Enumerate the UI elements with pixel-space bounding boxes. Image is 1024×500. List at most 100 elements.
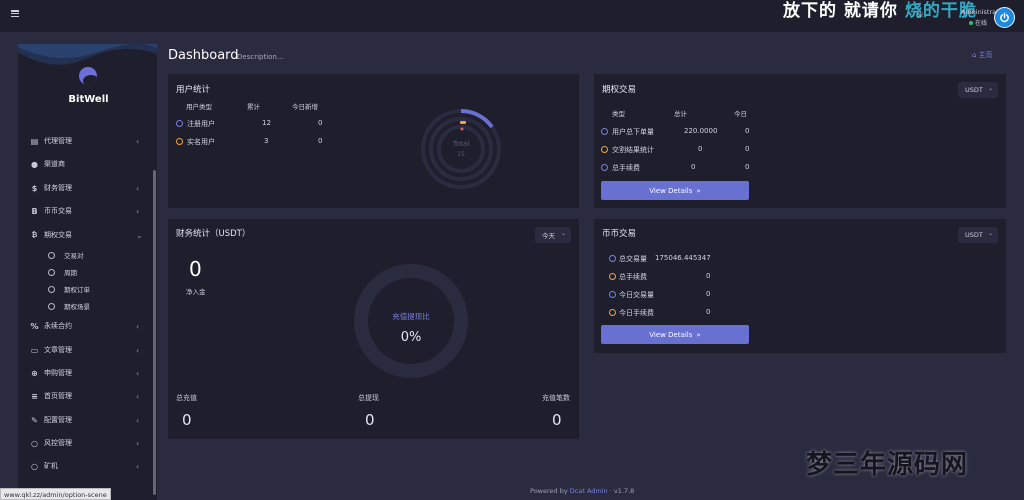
sidebar-item-subscription[interactable]: ⊕ 申购管理 ‹	[18, 363, 157, 383]
circle-icon	[48, 268, 55, 276]
row-value: 0	[745, 127, 750, 135]
view-details-button[interactable]: View Details»	[601, 325, 749, 344]
sidebar-item-risk[interactable]: ○ 风控管理 ‹	[18, 433, 157, 453]
row-value: 0	[706, 290, 711, 298]
url-status-tooltip: www.qkl.zz/admin/option-scene	[0, 488, 111, 500]
currency-select[interactable]: USDT ⌄	[958, 227, 998, 243]
period-select[interactable]: 今天 ⌄	[535, 227, 571, 243]
row-label: 总手续费	[619, 273, 647, 281]
total-deposit-label: 总充值	[176, 394, 197, 402]
gauge-label: 充值提现比	[392, 312, 430, 321]
sidebar-item-miner[interactable]: ○ 矿机 ‹	[18, 456, 157, 476]
bullet-icon	[176, 120, 183, 127]
link-icon: %	[30, 321, 39, 331]
column-header: 类型	[612, 110, 625, 118]
menu-toggle-icon[interactable]	[11, 10, 19, 17]
bullet-icon	[609, 255, 616, 262]
row-value: 175046.445347	[655, 254, 711, 262]
circle-icon: ○	[31, 461, 38, 471]
sidebar-item-agent[interactable]: ▤ 代理管理 ‹	[18, 131, 157, 151]
row-value: 0	[318, 137, 323, 145]
sidebar-subitem-pairs[interactable]: 交易对	[18, 247, 157, 263]
brand-logo-icon[interactable]	[79, 67, 97, 85]
card-title: 用户统计	[176, 85, 211, 95]
net-deposit-value: 0	[189, 257, 202, 281]
row-label: 实名用户	[187, 138, 215, 146]
card-title: 期权交易	[602, 85, 637, 95]
dcat-admin-link[interactable]: Dcat Admin	[570, 487, 608, 495]
row-label: 总手续费	[612, 164, 640, 172]
sidebar-subitem-orders[interactable]: 期权订单	[18, 281, 157, 297]
user-avatar-power-icon[interactable]	[994, 7, 1015, 28]
bullet-icon	[601, 128, 608, 135]
sidebar-item-perpetual[interactable]: % 永续合约 ‹	[18, 316, 157, 336]
bitcoin-icon: B	[31, 206, 38, 216]
row-label: 注册用户	[187, 120, 215, 128]
sidebar-subitem-period[interactable]: 周期	[18, 264, 157, 280]
online-status: 在线	[969, 18, 987, 27]
currency-select[interactable]: USDT ⌄	[958, 82, 998, 98]
row-value: 0	[706, 308, 711, 316]
chevron-down-icon: ⌄	[987, 85, 993, 92]
chevron-left-icon: ‹	[136, 345, 140, 355]
row-value: 0	[698, 145, 703, 153]
user-donut-chart	[421, 109, 501, 189]
donut-total-label: Total	[452, 140, 470, 148]
row-label: 用户总下单量	[612, 128, 654, 136]
bullet-icon	[176, 138, 183, 145]
total-deposit-value: 0	[182, 411, 192, 429]
wrench-icon: ✎	[31, 415, 38, 425]
chevron-down-icon: ⌄	[560, 230, 566, 237]
user-circle-icon: ●	[31, 159, 38, 169]
sidebar-item-finance[interactable]: $ 财务管理 ‹	[18, 178, 157, 198]
row-label: 今日手续费	[619, 309, 654, 317]
chevron-down-icon: ⌄	[136, 230, 143, 240]
user-stats-card: 用户统计 用户类型 累计 今日新增 注册用户 12 0 实名用户 3 0 Tot…	[168, 74, 579, 208]
sidebar-item-channel[interactable]: ● 渠道商	[18, 154, 157, 174]
chevron-left-icon: ‹	[136, 461, 140, 471]
list-icon: ≡	[31, 391, 38, 401]
bullet-icon	[601, 146, 608, 153]
home-icon: ⌂	[972, 51, 977, 59]
sidebar-item-spot[interactable]: B 币币交易 ‹	[18, 201, 157, 221]
home-breadcrumb-link[interactable]: ⌂ 主页	[972, 50, 992, 60]
column-header: 累计	[247, 103, 260, 111]
total-withdraw-value: 0	[365, 411, 375, 429]
settings-sun-icon[interactable]: ☼	[916, 12, 925, 21]
sidebar-item-articles[interactable]: ▭ 文章管理 ‹	[18, 340, 157, 360]
row-label: 今日交易量	[619, 291, 654, 299]
double-chevron-right-icon: »	[696, 186, 701, 195]
chevron-left-icon: ‹	[136, 391, 140, 401]
sidebar-subitem-scene[interactable]: 期权场景	[18, 298, 157, 314]
bullet-icon	[609, 273, 616, 280]
row-value: 0	[745, 163, 750, 171]
card-title: 币币交易	[602, 229, 637, 239]
row-value: 0	[745, 145, 750, 153]
sidebar-item-config[interactable]: ✎ 配置管理 ‹	[18, 410, 157, 430]
chevron-down-icon: ⌄	[987, 230, 993, 237]
column-header: 总计	[674, 110, 687, 118]
bullet-icon	[601, 164, 608, 171]
row-value: 0	[706, 272, 711, 280]
bitcoin-icon: ₿	[31, 231, 38, 239]
sidebar-item-options[interactable]: ₿ 期权交易 ⌄	[18, 225, 157, 245]
brand-name[interactable]: BitWell	[18, 94, 157, 105]
double-chevron-right-icon: »	[696, 330, 701, 339]
circle-icon	[48, 285, 55, 293]
view-details-button[interactable]: View Details»	[601, 181, 749, 200]
deposit-count-label: 充值笔数	[542, 394, 570, 402]
sidebar-scrollbar[interactable]	[153, 170, 156, 495]
sidebar-item-homepage[interactable]: ≡ 首页管理 ‹	[18, 386, 157, 406]
net-deposit-label: 净入金	[186, 288, 206, 296]
chevron-left-icon: ‹	[136, 438, 140, 448]
row-value: 3	[264, 137, 269, 145]
column-header: 用户类型	[186, 103, 212, 111]
circle-icon	[48, 251, 55, 259]
row-label: 交割结果统计	[612, 146, 654, 154]
total-withdraw-label: 总提现	[358, 394, 379, 402]
chevron-left-icon: ‹	[136, 368, 140, 378]
card-title: 财务统计（USDT）	[176, 229, 251, 239]
dollar-icon: $	[31, 183, 38, 193]
id-card-icon: ▤	[30, 136, 39, 146]
page-footer: Powered by Dcat Admin · v1.7.8	[530, 487, 635, 495]
